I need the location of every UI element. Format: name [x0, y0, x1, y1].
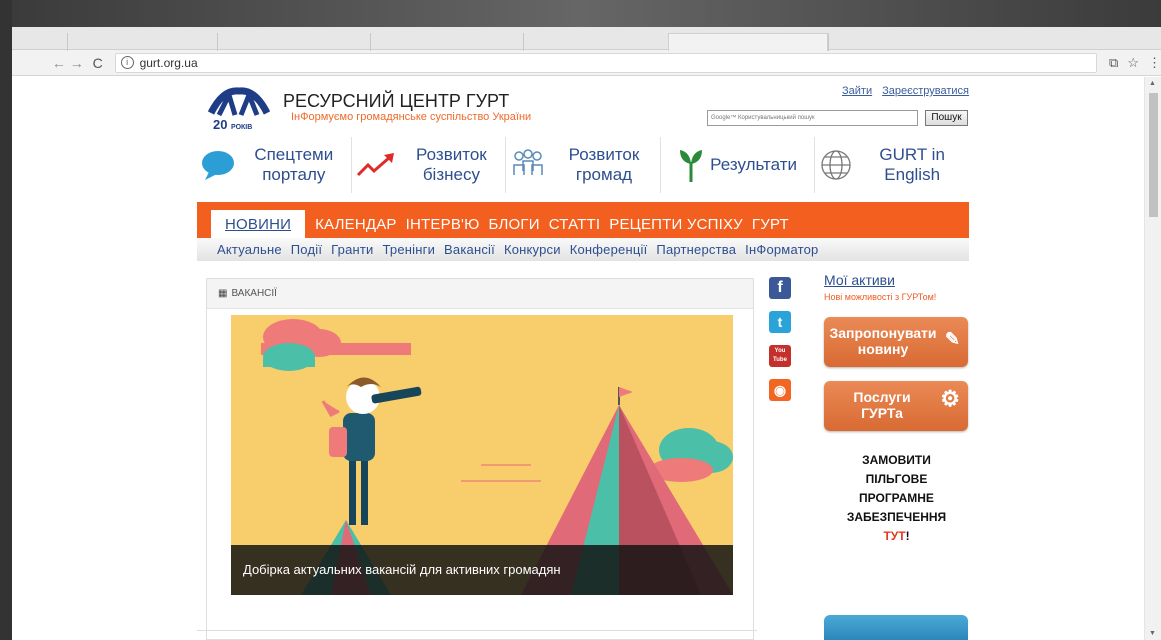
- section-label: Результати: [710, 155, 797, 174]
- news-box-header: ▦ ВАКАНСІЇ: [207, 279, 753, 309]
- my-assets-subtitle: Нові можливості з ГУРТом!: [824, 292, 937, 302]
- page-scrollbar[interactable]: ▲ ▼: [1144, 77, 1161, 640]
- register-link[interactable]: Зареєструватися: [882, 85, 969, 97]
- url-input[interactable]: i gurt.org.ua: [114, 52, 1098, 73]
- order-link[interactable]: ТУТ: [883, 529, 905, 543]
- search-input[interactable]: Google™ Користувальницький пошук: [707, 110, 918, 126]
- people-network-icon: [513, 149, 543, 175]
- translate-icon[interactable]: ⧉: [1109, 55, 1118, 71]
- facebook-icon[interactable]: f: [769, 277, 791, 299]
- gear-icon: ⚙: [940, 386, 960, 411]
- right-sidebar: Мої активи Нові можливості з ГУРТом! Зап…: [824, 272, 969, 546]
- section-label: Спецтеми порталу: [254, 145, 334, 184]
- web-page: 20 РОКІВ РЕСУРСНИЙ ЦЕНТР ГУРТ ІнФормуємо…: [197, 77, 969, 640]
- order-software-banner[interactable]: ЗАМОВИТИ ПІЛЬГОВЕ ПРОГРАМНЕ ЗАБЕЗПЕЧЕННЯ…: [824, 451, 969, 546]
- subnav-item-contests[interactable]: Конкурси: [504, 242, 561, 257]
- info-icon[interactable]: i: [120, 56, 134, 69]
- browser-tab[interactable]: [67, 33, 217, 51]
- gurt-logo[interactable]: 20 РОКІВ: [205, 85, 271, 131]
- main-nav: НОВИНИ КАЛЕНДАР ІНТЕРВ'Ю БЛОГИ СТАТТІ РЕ…: [197, 202, 969, 238]
- url-text: gurt.org.ua: [139, 55, 198, 70]
- browser-menu-icon[interactable]: ⋮: [1148, 55, 1161, 71]
- subnav-item-actual[interactable]: Актуальне: [217, 242, 282, 257]
- reload-button[interactable]: C: [89, 55, 107, 71]
- divider: [197, 630, 757, 631]
- growth-arrow-icon: [356, 153, 394, 177]
- forward-button[interactable]: →: [68, 55, 86, 71]
- svg-text:РОКІВ: РОКІВ: [231, 124, 252, 131]
- browser-tab-active[interactable]: [668, 33, 828, 51]
- section-results[interactable]: Результати: [661, 137, 816, 193]
- desktop-left-frame: [0, 0, 12, 640]
- section-communities[interactable]: Розвиток громад: [506, 137, 661, 193]
- subnav-item-vacancies[interactable]: Вакансії: [444, 242, 495, 257]
- news-section-label[interactable]: ВАКАНСІЇ: [231, 288, 277, 299]
- back-button[interactable]: ←: [50, 55, 68, 71]
- section-english[interactable]: GURT in English: [815, 137, 969, 193]
- pencil-icon: ✎: [944, 329, 960, 349]
- speech-bubble-icon: [202, 151, 234, 180]
- site-slogan: ІнФормуємо громадянське суспільство Укра…: [291, 111, 532, 123]
- rss-icon[interactable]: ◉: [769, 379, 791, 401]
- news-banner[interactable]: Добірка актуальних вакансій для активних…: [231, 315, 733, 595]
- order-text: ЗАМОВИТИ ПІЛЬГОВЕ ПРОГРАМНЕ ЗАБЕЗПЕЧЕННЯ: [846, 453, 947, 524]
- partner-banner[interactable]: [824, 615, 968, 640]
- logo-text: 20: [213, 117, 227, 131]
- search-button[interactable]: Пошук: [925, 110, 968, 126]
- address-bar-row: ← → C i gurt.org.ua ⧉ ☆ ⋮: [12, 50, 1161, 76]
- site-title[interactable]: РЕСУРСНИЙ ЦЕНТР ГУРТ: [283, 91, 509, 112]
- suggest-news-button[interactable]: Запропонувати новину ✎: [824, 317, 968, 367]
- nav-gurt[interactable]: ГУРТ: [752, 216, 789, 238]
- section-label: Розвиток бізнесу: [416, 145, 487, 184]
- subnav-item-informator[interactable]: ІнФорматор: [745, 242, 818, 257]
- grid-icon: ▦: [218, 288, 228, 299]
- suggest-news-label: Запропонувати новину: [829, 325, 937, 357]
- login-link[interactable]: Зайти: [842, 85, 872, 97]
- subnav-item-trainings[interactable]: Тренінги: [383, 242, 436, 257]
- browser-tab[interactable]: [217, 33, 370, 51]
- browser-tab[interactable]: [523, 33, 668, 51]
- scroll-down-arrow[interactable]: ▼: [1149, 630, 1156, 637]
- browser-tab[interactable]: [370, 33, 523, 51]
- sprout-icon: [680, 150, 703, 182]
- sub-nav: Актуальне Події Гранти Тренінги Вакансії…: [197, 238, 969, 261]
- section-tiles: Спецтеми порталу Розвиток бізнесу Розвит…: [197, 137, 969, 193]
- nav-interview[interactable]: ІНТЕРВ'Ю: [406, 216, 480, 238]
- nav-news[interactable]: НОВИНИ: [211, 210, 306, 238]
- twitter-icon[interactable]: t: [769, 311, 791, 333]
- section-label: GURT in English: [879, 145, 945, 184]
- browser-window: ← → C i gurt.org.ua ⧉ ☆ ⋮ 20 РОКІВ РЕСУР…: [12, 27, 1161, 640]
- subnav-item-grants[interactable]: Гранти: [331, 242, 373, 257]
- nav-success-recipes[interactable]: РЕЦЕПТИ УСПІХУ: [609, 216, 743, 238]
- section-special-topics[interactable]: Спецтеми порталу: [197, 137, 352, 193]
- browser-tab[interactable]: [828, 33, 1138, 51]
- subnav-item-conferences[interactable]: Конференції: [570, 242, 648, 257]
- page-viewport: 20 РОКІВ РЕСУРСНИЙ ЦЕНТР ГУРТ ІнФормуємо…: [12, 77, 1161, 640]
- services-button[interactable]: Послуги ГУРТа ⚙: [824, 381, 968, 431]
- nav-articles[interactable]: СТАТТІ: [549, 216, 601, 238]
- section-label: Розвиток громад: [568, 145, 640, 184]
- my-assets-link[interactable]: Мої активи: [824, 272, 969, 288]
- section-business[interactable]: Розвиток бізнесу: [352, 137, 507, 193]
- account-links: Зайти Зареєструватися: [842, 85, 969, 97]
- news-caption[interactable]: Добірка актуальних вакансій для активних…: [231, 545, 733, 595]
- youtube-icon[interactable]: You Tube: [769, 345, 791, 367]
- news-box: ▦ ВАКАНСІЇ Добірка актуальних вакансій д…: [206, 278, 754, 640]
- scrollbar-thumb[interactable]: [1149, 93, 1158, 217]
- social-links: f t You Tube ◉: [769, 277, 795, 413]
- nav-calendar[interactable]: КАЛЕНДАР: [315, 216, 397, 238]
- nav-blogs[interactable]: БЛОГИ: [488, 216, 539, 238]
- globe-icon: [821, 150, 852, 180]
- scroll-up-arrow[interactable]: ▲: [1149, 80, 1156, 87]
- order-exclaim: !: [905, 529, 910, 543]
- bookmark-star-icon[interactable]: ☆: [1127, 55, 1139, 71]
- subnav-item-events[interactable]: Події: [291, 242, 322, 257]
- tab-strip: [12, 27, 1161, 51]
- services-label: Послуги ГУРТа: [853, 389, 911, 421]
- subnav-item-partnerships[interactable]: Партнерства: [656, 242, 736, 257]
